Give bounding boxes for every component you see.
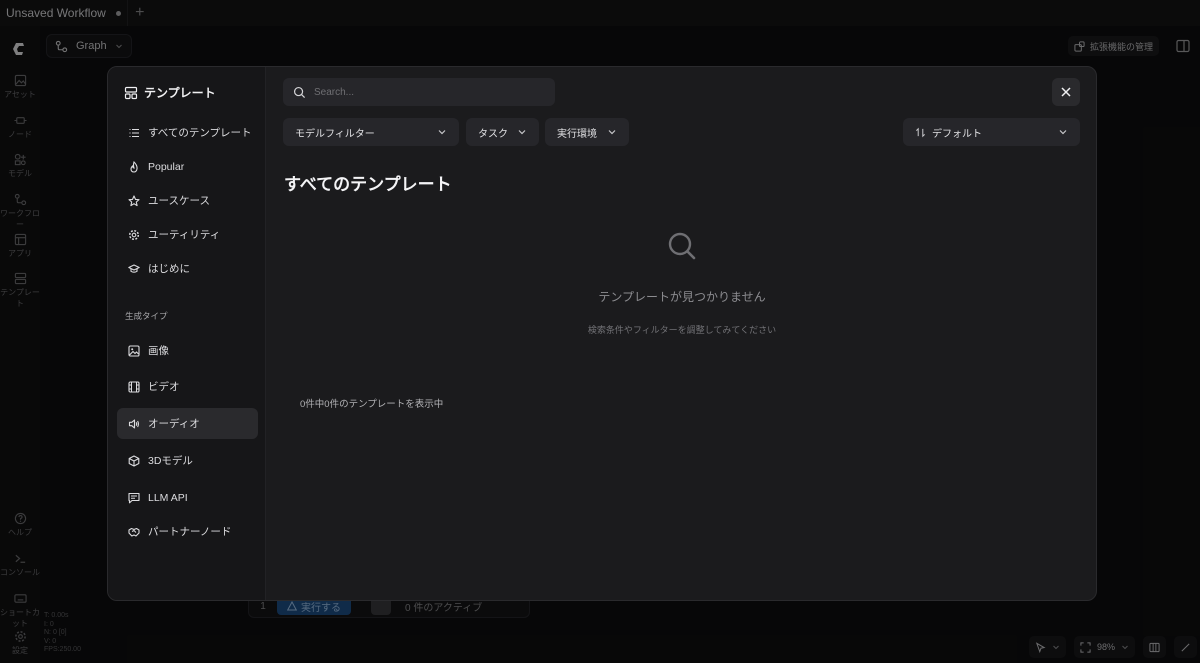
close-button[interactable] [1052, 78, 1080, 106]
dialog-title-label: テンプレート [144, 86, 216, 100]
empty-state-title: テンプレートが見つかりません [598, 290, 766, 304]
film-icon [128, 380, 140, 393]
runtime-filter-dropdown[interactable]: 実行環境 [545, 118, 629, 146]
template-content: モデルフィルター タスク 実行環境 デフォルト すべてのテンプレート テンプレー… [266, 67, 1096, 600]
model-filter-label: モデルフィルター [295, 128, 375, 140]
nav-item-label: ユーティリティ [148, 229, 221, 241]
nav-item-all-templates[interactable]: すべてのテンプレート [117, 117, 258, 148]
empty-state-subtitle: 検索条件やフィルターを調整してみてください [587, 325, 777, 335]
result-count: 0件中0件のテンプレートを表示中 [300, 399, 444, 410]
graduation-cap-icon [128, 263, 140, 273]
search-icon [668, 232, 696, 260]
nav-item-label: はじめに [148, 263, 190, 275]
dialog-title: テンプレート [124, 84, 216, 101]
chat-icon [128, 492, 140, 503]
handshake-icon [128, 527, 140, 537]
star-icon [128, 194, 140, 206]
speaker-icon [128, 418, 139, 429]
template-search [283, 78, 555, 106]
task-filter-label: タスク [478, 128, 508, 140]
nav-item-image[interactable]: 画像 [117, 335, 258, 366]
chevron-down-icon [438, 130, 446, 135]
nav-item-utilities[interactable]: ユーティリティ [117, 219, 258, 250]
nav-item-label: ユースケース [148, 195, 210, 207]
page-title: すべてのテンプレート [284, 175, 452, 194]
nav-item-label: 画像 [148, 345, 169, 357]
nav-item-label: ビデオ [148, 381, 180, 393]
gear-icon [128, 229, 140, 240]
nav-item-audio[interactable]: オーディオ [117, 408, 258, 439]
search-input[interactable] [314, 86, 534, 98]
generation-type-heading: 生成タイプ [125, 311, 168, 321]
chevron-down-icon [1059, 130, 1067, 135]
chevron-down-icon [518, 130, 526, 135]
nav-item-use-cases[interactable]: ユースケース [117, 185, 258, 216]
runtime-filter-label: 実行環境 [557, 128, 597, 140]
nav-item-partner-nodes[interactable]: パートナーノード [117, 516, 258, 547]
nav-item-popular[interactable]: Popular [117, 151, 258, 182]
sort-icon [916, 127, 925, 137]
model-filter-dropdown[interactable]: モデルフィルター [283, 118, 459, 146]
sort-label: デフォルト [932, 128, 982, 140]
task-filter-dropdown[interactable]: タスク [466, 118, 539, 146]
cube-icon [128, 454, 140, 467]
template-icon [124, 86, 138, 99]
nav-item-getting-started[interactable]: はじめに [117, 253, 258, 284]
flame-icon [130, 160, 138, 173]
nav-item-3d-model[interactable]: 3Dモデル [117, 445, 258, 476]
image-icon [128, 344, 140, 357]
sort-dropdown[interactable]: デフォルト [903, 118, 1080, 146]
list-icon [129, 128, 139, 137]
nav-item-label: パートナーノード [148, 526, 232, 538]
chevron-down-icon [608, 130, 616, 135]
template-sidebar: テンプレート すべてのテンプレート Popular ユースケース ユーティリティ… [108, 67, 266, 600]
template-browser-dialog: テンプレート すべてのテンプレート Popular ユースケース ユーティリティ… [107, 66, 1097, 601]
nav-item-video[interactable]: ビデオ [117, 371, 258, 402]
sort-value: デフォルト [915, 125, 982, 140]
nav-item-llm-api[interactable]: LLM API [117, 482, 258, 513]
nav-item-label: すべてのテンプレート [148, 127, 252, 139]
nav-item-label: Popular [148, 160, 185, 173]
search-icon [293, 86, 306, 98]
nav-item-label: オーディオ [148, 418, 200, 430]
close-icon [1061, 87, 1071, 97]
nav-item-label: LLM API [148, 491, 188, 504]
nav-item-label: 3Dモデル [148, 455, 193, 467]
